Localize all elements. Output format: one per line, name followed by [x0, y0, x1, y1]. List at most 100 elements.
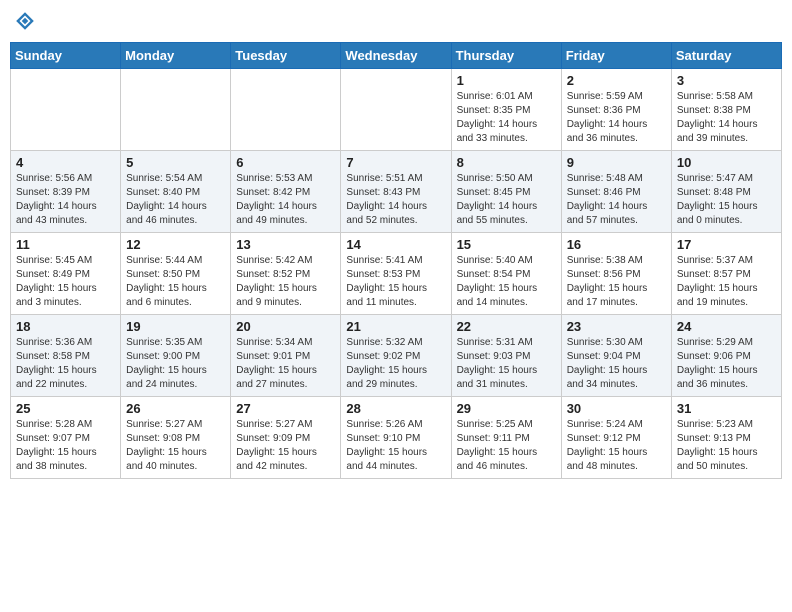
day-number: 1	[457, 73, 556, 88]
day-number: 4	[16, 155, 115, 170]
day-info: Sunrise: 5:42 AM Sunset: 8:52 PM Dayligh…	[236, 254, 335, 310]
day-number: 10	[677, 155, 776, 170]
calendar-cell: 8 Sunrise: 5:50 AM Sunset: 8:45 PM Daylig…	[451, 151, 561, 233]
calendar-cell: 24 Sunrise: 5:29 AM Sunset: 9:06 PM Dayli…	[671, 315, 781, 397]
weekday-header-wednesday: Wednesday	[341, 43, 451, 69]
calendar-cell: 7 Sunrise: 5:51 AM Sunset: 8:43 PM Daylig…	[341, 151, 451, 233]
day-number: 26	[126, 401, 225, 416]
calendar-cell: 18 Sunrise: 5:36 AM Sunset: 8:58 PM Dayli…	[11, 315, 121, 397]
calendar-cell: 5 Sunrise: 5:54 AM Sunset: 8:40 PM Daylig…	[121, 151, 231, 233]
calendar-week-row: 4 Sunrise: 5:56 AM Sunset: 8:39 PM Daylig…	[11, 151, 782, 233]
day-info: Sunrise: 5:35 AM Sunset: 9:00 PM Dayligh…	[126, 336, 225, 392]
day-info: Sunrise: 5:38 AM Sunset: 8:56 PM Dayligh…	[567, 254, 666, 310]
day-info: Sunrise: 5:25 AM Sunset: 9:11 PM Dayligh…	[457, 418, 556, 474]
day-number: 3	[677, 73, 776, 88]
day-info: Sunrise: 5:56 AM Sunset: 8:39 PM Dayligh…	[16, 172, 115, 228]
day-info: Sunrise: 5:27 AM Sunset: 9:08 PM Dayligh…	[126, 418, 225, 474]
day-number: 20	[236, 319, 335, 334]
day-info: Sunrise: 5:41 AM Sunset: 8:53 PM Dayligh…	[346, 254, 445, 310]
calendar-cell: 28 Sunrise: 5:26 AM Sunset: 9:10 PM Dayli…	[341, 397, 451, 479]
calendar-cell: 29 Sunrise: 5:25 AM Sunset: 9:11 PM Dayli…	[451, 397, 561, 479]
day-number: 25	[16, 401, 115, 416]
calendar-week-row: 25 Sunrise: 5:28 AM Sunset: 9:07 PM Dayli…	[11, 397, 782, 479]
weekday-header-saturday: Saturday	[671, 43, 781, 69]
calendar-cell: 27 Sunrise: 5:27 AM Sunset: 9:09 PM Dayli…	[231, 397, 341, 479]
day-info: Sunrise: 5:47 AM Sunset: 8:48 PM Dayligh…	[677, 172, 776, 228]
calendar-cell: 16 Sunrise: 5:38 AM Sunset: 8:56 PM Dayli…	[561, 233, 671, 315]
day-info: Sunrise: 5:37 AM Sunset: 8:57 PM Dayligh…	[677, 254, 776, 310]
calendar-cell: 2Sunrise: 5:59 AM Sunset: 8:36 PM Daylig…	[561, 69, 671, 151]
calendar-cell	[231, 69, 341, 151]
day-info: Sunrise: 5:24 AM Sunset: 9:12 PM Dayligh…	[567, 418, 666, 474]
day-info: Sunrise: 5:31 AM Sunset: 9:03 PM Dayligh…	[457, 336, 556, 392]
day-number: 30	[567, 401, 666, 416]
day-number: 31	[677, 401, 776, 416]
calendar-cell: 9 Sunrise: 5:48 AM Sunset: 8:46 PM Daylig…	[561, 151, 671, 233]
calendar-cell: 1 Sunrise: 6:01 AM Sunset: 8:35 PM Daylig…	[451, 69, 561, 151]
weekday-header-sunday: Sunday	[11, 43, 121, 69]
calendar-cell: 11 Sunrise: 5:45 AM Sunset: 8:49 PM Dayli…	[11, 233, 121, 315]
logo	[14, 10, 38, 34]
day-info: Sunrise: 5:29 AM Sunset: 9:06 PM Dayligh…	[677, 336, 776, 392]
day-info: Sunrise: 5:58 AM Sunset: 8:38 PM Dayligh…	[677, 90, 776, 146]
day-number: 11	[16, 237, 115, 252]
day-info: Sunrise: 5:48 AM Sunset: 8:46 PM Dayligh…	[567, 172, 666, 228]
day-number: 18	[16, 319, 115, 334]
day-number: 23	[567, 319, 666, 334]
calendar-week-row: 11 Sunrise: 5:45 AM Sunset: 8:49 PM Dayli…	[11, 233, 782, 315]
day-number: 19	[126, 319, 225, 334]
weekday-header-tuesday: Tuesday	[231, 43, 341, 69]
calendar-cell: 31 Sunrise: 5:23 AM Sunset: 9:13 PM Dayli…	[671, 397, 781, 479]
day-info: Sunrise: 5:44 AM Sunset: 8:50 PM Dayligh…	[126, 254, 225, 310]
day-number: 17	[677, 237, 776, 252]
weekday-header-thursday: Thursday	[451, 43, 561, 69]
day-number: 15	[457, 237, 556, 252]
day-number: 8	[457, 155, 556, 170]
calendar-cell: 30 Sunrise: 5:24 AM Sunset: 9:12 PM Dayli…	[561, 397, 671, 479]
calendar-cell: 3 Sunrise: 5:58 AM Sunset: 8:38 PM Daylig…	[671, 69, 781, 151]
day-info: Sunrise: 6:01 AM Sunset: 8:35 PM Dayligh…	[457, 90, 556, 146]
calendar-cell: 6Sunrise: 5:53 AM Sunset: 8:42 PM Daylig…	[231, 151, 341, 233]
day-info: Sunrise: 5:54 AM Sunset: 8:40 PM Dayligh…	[126, 172, 225, 228]
calendar-cell: 19 Sunrise: 5:35 AM Sunset: 9:00 PM Dayli…	[121, 315, 231, 397]
day-number: 21	[346, 319, 445, 334]
calendar-cell: 15 Sunrise: 5:40 AM Sunset: 8:54 PM Dayli…	[451, 233, 561, 315]
day-info: Sunrise: 5:51 AM Sunset: 8:43 PM Dayligh…	[346, 172, 445, 228]
day-number: 16	[567, 237, 666, 252]
day-info: Sunrise: 5:23 AM Sunset: 9:13 PM Dayligh…	[677, 418, 776, 474]
calendar-cell: 22 Sunrise: 5:31 AM Sunset: 9:03 PM Dayli…	[451, 315, 561, 397]
day-info: Sunrise: 5:50 AM Sunset: 8:45 PM Dayligh…	[457, 172, 556, 228]
day-number: 9	[567, 155, 666, 170]
calendar-cell: 23 Sunrise: 5:30 AM Sunset: 9:04 PM Dayli…	[561, 315, 671, 397]
day-info: Sunrise: 5:45 AM Sunset: 8:49 PM Dayligh…	[16, 254, 115, 310]
day-number: 7	[346, 155, 445, 170]
calendar-cell: 4 Sunrise: 5:56 AM Sunset: 8:39 PM Daylig…	[11, 151, 121, 233]
day-number: 28	[346, 401, 445, 416]
day-number: 27	[236, 401, 335, 416]
day-number: 24	[677, 319, 776, 334]
day-number: 29	[457, 401, 556, 416]
day-info: Sunrise: 5:36 AM Sunset: 8:58 PM Dayligh…	[16, 336, 115, 392]
calendar-cell: 26 Sunrise: 5:27 AM Sunset: 9:08 PM Dayli…	[121, 397, 231, 479]
day-info: Sunrise: 5:32 AM Sunset: 9:02 PM Dayligh…	[346, 336, 445, 392]
calendar-cell: 10 Sunrise: 5:47 AM Sunset: 8:48 PM Dayli…	[671, 151, 781, 233]
day-info: Sunrise: 5:27 AM Sunset: 9:09 PM Dayligh…	[236, 418, 335, 474]
day-info: Sunrise: 5:30 AM Sunset: 9:04 PM Dayligh…	[567, 336, 666, 392]
calendar-cell: 20 Sunrise: 5:34 AM Sunset: 9:01 PM Dayli…	[231, 315, 341, 397]
day-number: 12	[126, 237, 225, 252]
day-info: Sunrise: 5:40 AM Sunset: 8:54 PM Dayligh…	[457, 254, 556, 310]
day-info: Sunrise: 5:28 AM Sunset: 9:07 PM Dayligh…	[16, 418, 115, 474]
day-number: 5	[126, 155, 225, 170]
calendar-cell	[11, 69, 121, 151]
calendar-cell	[341, 69, 451, 151]
weekday-header-row: SundayMondayTuesdayWednesdayThursdayFrid…	[11, 43, 782, 69]
day-info: Sunrise: 5:26 AM Sunset: 9:10 PM Dayligh…	[346, 418, 445, 474]
calendar-cell: 12 Sunrise: 5:44 AM Sunset: 8:50 PM Dayli…	[121, 233, 231, 315]
calendar-cell: 17 Sunrise: 5:37 AM Sunset: 8:57 PM Dayli…	[671, 233, 781, 315]
calendar-cell: 14 Sunrise: 5:41 AM Sunset: 8:53 PM Dayli…	[341, 233, 451, 315]
day-info: Sunrise: 5:34 AM Sunset: 9:01 PM Dayligh…	[236, 336, 335, 392]
day-info: Sunrise: 5:59 AM Sunset: 8:36 PM Dayligh…	[567, 90, 666, 146]
day-number: 22	[457, 319, 556, 334]
day-number: 14	[346, 237, 445, 252]
page-header	[10, 10, 782, 34]
